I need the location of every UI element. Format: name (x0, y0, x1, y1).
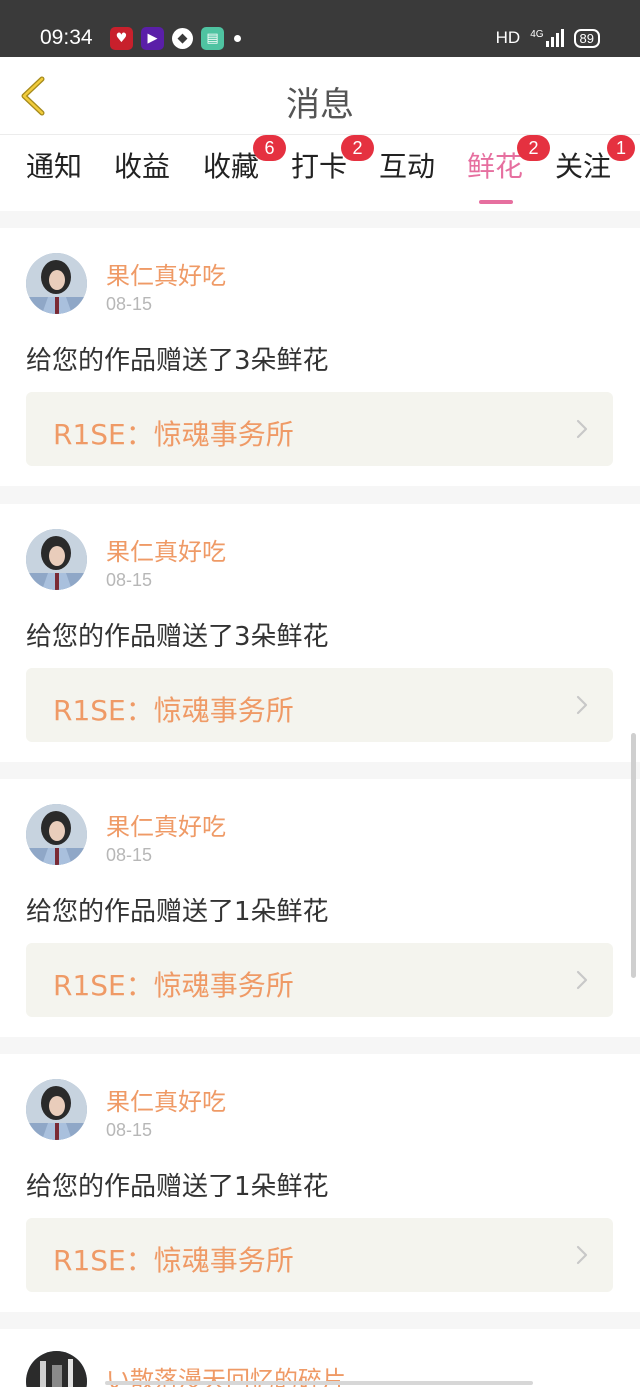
message-date: 08-15 (106, 294, 153, 314)
avatar-image (26, 1351, 87, 1387)
tab-badge: 1 (607, 135, 635, 161)
message-card: 果仁真好吃 08-15 给您的作品赠送了1朵鲜花 R1SE：惊魂事务所 (0, 1054, 640, 1312)
chevron-right-icon (576, 1245, 588, 1265)
tab-follows[interactable]: 关注 1 (555, 135, 635, 185)
avatar-image (26, 529, 87, 590)
work-link[interactable]: R1SE：惊魂事务所 (26, 943, 613, 1017)
sender-username[interactable]: 果仁真好吃 (106, 1082, 226, 1117)
tab-label: 收益 (114, 150, 171, 183)
message-text: 给您的作品赠送了1朵鲜花 (26, 897, 329, 927)
network-label: HD (495, 28, 521, 47)
work-link[interactable]: R1SE：惊魂事务所 (26, 668, 613, 742)
message-text: 给您的作品赠送了3朵鲜花 (26, 346, 329, 376)
tab-label: 关注 (555, 150, 612, 183)
work-title: R1SE：惊魂事务所 (53, 418, 294, 451)
tab-badge: 2 (341, 135, 374, 161)
work-title: R1SE：惊魂事务所 (53, 969, 294, 1002)
avatar[interactable] (26, 804, 87, 865)
tab-flowers[interactable]: 鲜花 2 (467, 135, 550, 204)
message-date: 08-15 (106, 845, 153, 865)
page-title: 消息 (286, 85, 354, 125)
message-text: 给您的作品赠送了3朵鲜花 (26, 622, 329, 652)
chevron-right-icon (576, 695, 588, 715)
tab-earnings[interactable]: 收益 (114, 145, 170, 185)
tab-favorites[interactable]: 收藏 6 (203, 135, 286, 185)
message-card: 果仁真好吃 08-15 给您的作品赠送了3朵鲜花 R1SE：惊魂事务所 (0, 504, 640, 762)
tab-label: 鲜花 (467, 150, 524, 183)
home-indicator[interactable] (105, 1381, 533, 1385)
message-date: 08-15 (106, 1120, 153, 1140)
sender-username[interactable]: 果仁真好吃 (106, 256, 226, 291)
chevron-right-icon (576, 419, 588, 439)
status-bar: 09:34 ♥ ▶ ◆ ▤ HD 4G 89 (0, 0, 640, 57)
tab-bar: 通知 收益 收藏 6 打卡 2 互动 鲜花 2 关注 1 (0, 135, 640, 211)
avatar-image (26, 1079, 87, 1140)
active-tab-indicator (479, 200, 513, 204)
status-right: HD 4G 89 (496, 28, 600, 48)
chevron-right-icon (576, 970, 588, 990)
tab-label: 通知 (26, 150, 83, 183)
status-app-icons: ♥ ▶ ◆ ▤ (110, 27, 241, 50)
message-card-partial: い散落漫天回忆的碎片 (0, 1329, 640, 1387)
sender-username[interactable]: 果仁真好吃 (106, 807, 226, 842)
work-title: R1SE：惊魂事务所 (53, 1244, 294, 1277)
message-text: 给您的作品赠送了1朵鲜花 (26, 1172, 329, 1202)
scrollbar-thumb[interactable] (631, 733, 636, 978)
work-link[interactable]: R1SE：惊魂事务所 (26, 392, 613, 466)
tab-badge: 6 (253, 135, 286, 161)
work-title: R1SE：惊魂事务所 (53, 694, 294, 727)
signal-icon: 4G (530, 29, 564, 47)
avatar[interactable] (26, 1351, 87, 1387)
tab-badge: 2 (517, 135, 550, 161)
message-date: 08-15 (106, 570, 153, 590)
header: 消息 (0, 57, 640, 135)
message-card: 果仁真好吃 08-15 给您的作品赠送了3朵鲜花 R1SE：惊魂事务所 (0, 228, 640, 486)
signal-label: 4G (530, 29, 544, 40)
more-notifications-dot (234, 35, 241, 42)
bird-app-icon: ◆ (172, 28, 193, 49)
tab-label: 打卡 (291, 150, 348, 183)
heart-app-icon: ♥ (110, 27, 133, 50)
avatar-image (26, 804, 87, 865)
sender-username[interactable]: 果仁真好吃 (106, 532, 226, 567)
chat-app-icon: ▤ (201, 27, 224, 50)
avatar[interactable] (26, 1079, 87, 1140)
battery-level: 89 (573, 28, 600, 48)
avatar-image (26, 253, 87, 314)
tab-label: 收藏 (203, 150, 260, 183)
work-link[interactable]: R1SE：惊魂事务所 (26, 1218, 613, 1292)
tab-notifications[interactable]: 通知 (26, 145, 82, 185)
status-time: 09:34 (40, 26, 93, 49)
tab-interactions[interactable]: 互动 (379, 145, 435, 185)
avatar[interactable] (26, 529, 87, 590)
tab-checkin[interactable]: 打卡 2 (291, 135, 374, 185)
avatar[interactable] (26, 253, 87, 314)
video-app-icon: ▶ (141, 27, 164, 50)
message-card: 果仁真好吃 08-15 给您的作品赠送了1朵鲜花 R1SE：惊魂事务所 (0, 779, 640, 1037)
tab-label: 互动 (379, 150, 436, 183)
